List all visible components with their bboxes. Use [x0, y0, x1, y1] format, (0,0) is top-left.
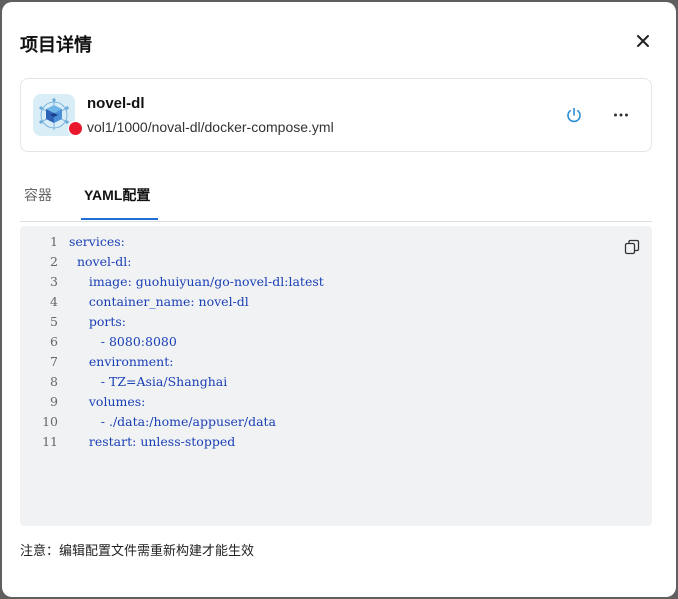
line-number: 1 — [50, 234, 58, 249]
status-indicator — [68, 121, 83, 136]
line-text: - TZ=Asia/Shanghai — [69, 374, 228, 389]
line-number: 4 — [50, 294, 58, 309]
project-path: vol1/1000/noval-dl/docker-compose.yml — [87, 119, 334, 135]
active-tab-indicator — [81, 218, 158, 220]
line-number: 2 — [50, 254, 58, 269]
line-number: 8 — [50, 374, 58, 389]
line-number: 10 — [42, 414, 58, 429]
project-name: novel-dl — [87, 95, 145, 112]
footer-note: 注意：编辑配置文件需重新构建才能生效 — [20, 543, 255, 558]
line-text: volumes: — [69, 394, 146, 409]
line-text: services: — [69, 234, 125, 249]
tab-bar: 容器 YAML配置 — [20, 178, 652, 222]
close-icon[interactable] — [632, 30, 654, 52]
tab-containers[interactable]: 容器 — [24, 185, 52, 205]
line-text: ports: — [69, 314, 127, 329]
power-icon[interactable] — [564, 105, 584, 125]
tab-yaml-config[interactable]: YAML配置 — [84, 185, 150, 205]
line-text: - ./data:/home/appuser/data — [69, 414, 276, 429]
dialog-title: 项目详情 — [20, 35, 92, 55]
yaml-editor[interactable]: 1 services: 2 novel-dl: 3 image: guohuiyuan… — [20, 226, 652, 526]
line-text: image: guohuiyuan/go-novel-dl:latest — [69, 274, 324, 289]
line-text: novel-dl: — [69, 254, 132, 269]
line-number: 7 — [50, 354, 58, 369]
line-text: restart: unless-stopped — [69, 434, 236, 449]
line-number: 9 — [50, 394, 58, 409]
line-number: 11 — [42, 434, 58, 449]
copy-icon[interactable] — [624, 239, 640, 255]
line-text: - 8080:8080 — [69, 334, 177, 349]
line-number: 3 — [50, 274, 58, 289]
project-card: novel-dl vol1/1000/noval-dl/docker-compo… — [20, 78, 652, 152]
line-number: 5 — [50, 314, 58, 329]
line-text: environment: — [69, 354, 174, 369]
line-text: container_name: novel-dl — [69, 294, 249, 309]
more-horizontal-icon[interactable] — [611, 105, 631, 125]
line-number: 6 — [50, 334, 58, 349]
project-details-dialog: 项目详情 novel-dl vol1/1000/noval-dl/docker-… — [2, 2, 676, 597]
